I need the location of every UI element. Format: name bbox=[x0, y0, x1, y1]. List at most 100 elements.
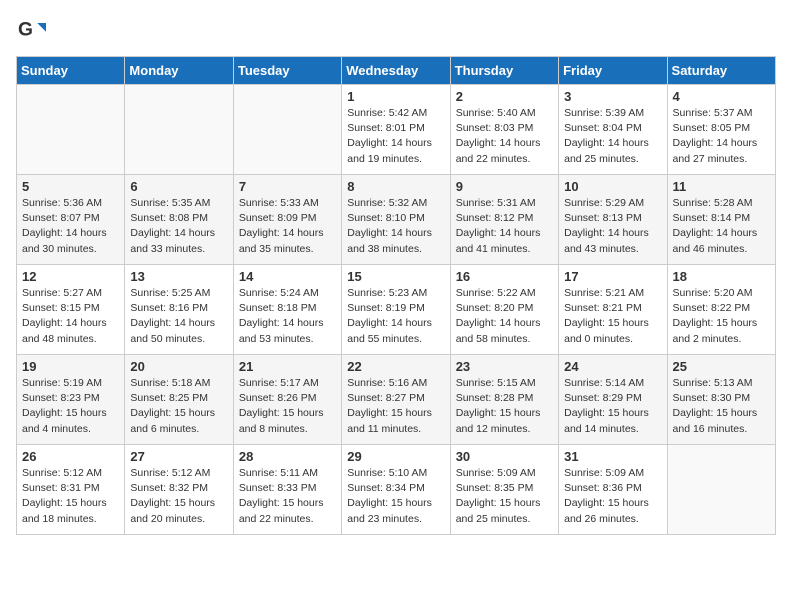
day-number: 17 bbox=[564, 269, 661, 284]
calendar-week-row: 1Sunrise: 5:42 AMSunset: 8:01 PMDaylight… bbox=[17, 85, 776, 175]
day-info: Sunrise: 5:39 AMSunset: 8:04 PMDaylight:… bbox=[564, 106, 661, 167]
day-info: Sunrise: 5:14 AMSunset: 8:29 PMDaylight:… bbox=[564, 376, 661, 437]
col-monday: Monday bbox=[125, 57, 233, 85]
calendar-cell: 13 Sunrise: 5:25 AMSunset: 8:16 PMDayligh… bbox=[125, 265, 233, 355]
calendar-week-row: 12 Sunrise: 5:27 AMSunset: 8:15 PMDayligh… bbox=[17, 265, 776, 355]
calendar-cell: 12 Sunrise: 5:27 AMSunset: 8:15 PMDayligh… bbox=[17, 265, 125, 355]
svg-text:G: G bbox=[18, 19, 33, 40]
calendar-cell: 8 Sunrise: 5:32 AMSunset: 8:10 PMDaylight… bbox=[342, 175, 450, 265]
calendar-week-row: 26 Sunrise: 5:12 AMSunset: 8:31 PMDayligh… bbox=[17, 445, 776, 535]
day-number: 26 bbox=[22, 449, 119, 464]
day-number: 12 bbox=[22, 269, 119, 284]
calendar-week-row: 5 Sunrise: 5:36 AMSunset: 8:07 PMDaylight… bbox=[17, 175, 776, 265]
calendar-cell: 11 Sunrise: 5:28 AMSunset: 8:14 PMDayligh… bbox=[667, 175, 775, 265]
day-number: 14 bbox=[239, 269, 336, 284]
col-friday: Friday bbox=[559, 57, 667, 85]
calendar-cell: 10Sunrise: 5:29 AMSunset: 8:13 PMDayligh… bbox=[559, 175, 667, 265]
day-info: Sunrise: 5:31 AMSunset: 8:12 PMDaylight:… bbox=[456, 196, 553, 257]
calendar-cell: 29Sunrise: 5:10 AMSunset: 8:34 PMDayligh… bbox=[342, 445, 450, 535]
calendar-cell: 28 Sunrise: 5:11 AMSunset: 8:33 PMDayligh… bbox=[233, 445, 341, 535]
day-number: 30 bbox=[456, 449, 553, 464]
day-number: 19 bbox=[22, 359, 119, 374]
day-info: Sunrise: 5:18 AMSunset: 8:25 PMDaylight:… bbox=[130, 376, 227, 437]
calendar-week-row: 19 Sunrise: 5:19 AMSunset: 8:23 PMDayligh… bbox=[17, 355, 776, 445]
day-number: 31 bbox=[564, 449, 661, 464]
day-number: 23 bbox=[456, 359, 553, 374]
day-number: 27 bbox=[130, 449, 227, 464]
day-info: Sunrise: 5:37 AMSunset: 8:05 PMDaylight:… bbox=[673, 106, 770, 167]
calendar-cell: 25 Sunrise: 5:13 AMSunset: 8:30 PMDayligh… bbox=[667, 355, 775, 445]
day-number: 15 bbox=[347, 269, 444, 284]
calendar-cell: 2 Sunrise: 5:40 AMSunset: 8:03 PMDaylight… bbox=[450, 85, 558, 175]
day-info: Sunrise: 5:09 AMSunset: 8:36 PMDaylight:… bbox=[564, 466, 661, 527]
col-sunday: Sunday bbox=[17, 57, 125, 85]
day-info: Sunrise: 5:33 AMSunset: 8:09 PMDaylight:… bbox=[239, 196, 336, 257]
calendar-cell: 21 Sunrise: 5:17 AMSunset: 8:26 PMDayligh… bbox=[233, 355, 341, 445]
calendar-cell bbox=[233, 85, 341, 175]
calendar-cell: 20 Sunrise: 5:18 AMSunset: 8:25 PMDayligh… bbox=[125, 355, 233, 445]
day-number: 9 bbox=[456, 179, 553, 194]
calendar-cell: 9 Sunrise: 5:31 AMSunset: 8:12 PMDaylight… bbox=[450, 175, 558, 265]
day-info: Sunrise: 5:13 AMSunset: 8:30 PMDaylight:… bbox=[673, 376, 770, 437]
day-number: 8 bbox=[347, 179, 444, 194]
day-number: 22 bbox=[347, 359, 444, 374]
day-number: 5 bbox=[22, 179, 119, 194]
calendar-cell: 18 Sunrise: 5:20 AMSunset: 8:22 PMDayligh… bbox=[667, 265, 775, 355]
logo: G bbox=[16, 16, 46, 44]
day-info: Sunrise: 5:35 AMSunset: 8:08 PMDaylight:… bbox=[130, 196, 227, 257]
day-number: 20 bbox=[130, 359, 227, 374]
day-info: Sunrise: 5:28 AMSunset: 8:14 PMDaylight:… bbox=[673, 196, 770, 257]
day-number: 24 bbox=[564, 359, 661, 374]
day-number: 4 bbox=[673, 89, 770, 104]
day-number: 25 bbox=[673, 359, 770, 374]
calendar-cell: 6Sunrise: 5:35 AMSunset: 8:08 PMDaylight… bbox=[125, 175, 233, 265]
calendar-cell bbox=[17, 85, 125, 175]
day-info: Sunrise: 5:25 AMSunset: 8:16 PMDaylight:… bbox=[130, 286, 227, 347]
day-number: 28 bbox=[239, 449, 336, 464]
day-number: 7 bbox=[239, 179, 336, 194]
col-thursday: Thursday bbox=[450, 57, 558, 85]
day-number: 13 bbox=[130, 269, 227, 284]
day-number: 2 bbox=[456, 89, 553, 104]
day-info: Sunrise: 5:42 AMSunset: 8:01 PMDaylight:… bbox=[347, 106, 444, 167]
day-info: Sunrise: 5:24 AMSunset: 8:18 PMDaylight:… bbox=[239, 286, 336, 347]
calendar-cell: 23 Sunrise: 5:15 AMSunset: 8:28 PMDayligh… bbox=[450, 355, 558, 445]
calendar-cell: 31 Sunrise: 5:09 AMSunset: 8:36 PMDayligh… bbox=[559, 445, 667, 535]
calendar-cell: 1Sunrise: 5:42 AMSunset: 8:01 PMDaylight… bbox=[342, 85, 450, 175]
day-info: Sunrise: 5:32 AMSunset: 8:10 PMDaylight:… bbox=[347, 196, 444, 257]
day-info: Sunrise: 5:23 AMSunset: 8:19 PMDaylight:… bbox=[347, 286, 444, 347]
col-wednesday: Wednesday bbox=[342, 57, 450, 85]
day-info: Sunrise: 5:19 AMSunset: 8:23 PMDaylight:… bbox=[22, 376, 119, 437]
day-info: Sunrise: 5:12 AMSunset: 8:31 PMDaylight:… bbox=[22, 466, 119, 527]
calendar-cell: 4 Sunrise: 5:37 AMSunset: 8:05 PMDaylight… bbox=[667, 85, 775, 175]
calendar-cell: 17 Sunrise: 5:21 AMSunset: 8:21 PMDayligh… bbox=[559, 265, 667, 355]
calendar-cell: 26 Sunrise: 5:12 AMSunset: 8:31 PMDayligh… bbox=[17, 445, 125, 535]
day-info: Sunrise: 5:11 AMSunset: 8:33 PMDaylight:… bbox=[239, 466, 336, 527]
day-info: Sunrise: 5:12 AMSunset: 8:32 PMDaylight:… bbox=[130, 466, 227, 527]
col-tuesday: Tuesday bbox=[233, 57, 341, 85]
calendar-cell: 22 Sunrise: 5:16 AMSunset: 8:27 PMDayligh… bbox=[342, 355, 450, 445]
day-number: 29 bbox=[347, 449, 444, 464]
calendar-cell bbox=[125, 85, 233, 175]
day-info: Sunrise: 5:36 AMSunset: 8:07 PMDaylight:… bbox=[22, 196, 119, 257]
page-header: G bbox=[16, 16, 776, 44]
day-info: Sunrise: 5:22 AMSunset: 8:20 PMDaylight:… bbox=[456, 286, 553, 347]
calendar-cell: 16 Sunrise: 5:22 AMSunset: 8:20 PMDayligh… bbox=[450, 265, 558, 355]
calendar-cell: 7 Sunrise: 5:33 AMSunset: 8:09 PMDaylight… bbox=[233, 175, 341, 265]
day-info: Sunrise: 5:16 AMSunset: 8:27 PMDaylight:… bbox=[347, 376, 444, 437]
logo-icon: G bbox=[18, 16, 46, 44]
calendar-cell: 14 Sunrise: 5:24 AMSunset: 8:18 PMDayligh… bbox=[233, 265, 341, 355]
day-number: 3 bbox=[564, 89, 661, 104]
day-info: Sunrise: 5:20 AMSunset: 8:22 PMDaylight:… bbox=[673, 286, 770, 347]
day-info: Sunrise: 5:21 AMSunset: 8:21 PMDaylight:… bbox=[564, 286, 661, 347]
day-number: 21 bbox=[239, 359, 336, 374]
col-saturday: Saturday bbox=[667, 57, 775, 85]
day-number: 16 bbox=[456, 269, 553, 284]
day-info: Sunrise: 5:40 AMSunset: 8:03 PMDaylight:… bbox=[456, 106, 553, 167]
day-info: Sunrise: 5:17 AMSunset: 8:26 PMDaylight:… bbox=[239, 376, 336, 437]
calendar-cell bbox=[667, 445, 775, 535]
day-info: Sunrise: 5:27 AMSunset: 8:15 PMDaylight:… bbox=[22, 286, 119, 347]
day-info: Sunrise: 5:15 AMSunset: 8:28 PMDaylight:… bbox=[456, 376, 553, 437]
day-number: 11 bbox=[673, 179, 770, 194]
day-number: 18 bbox=[673, 269, 770, 284]
